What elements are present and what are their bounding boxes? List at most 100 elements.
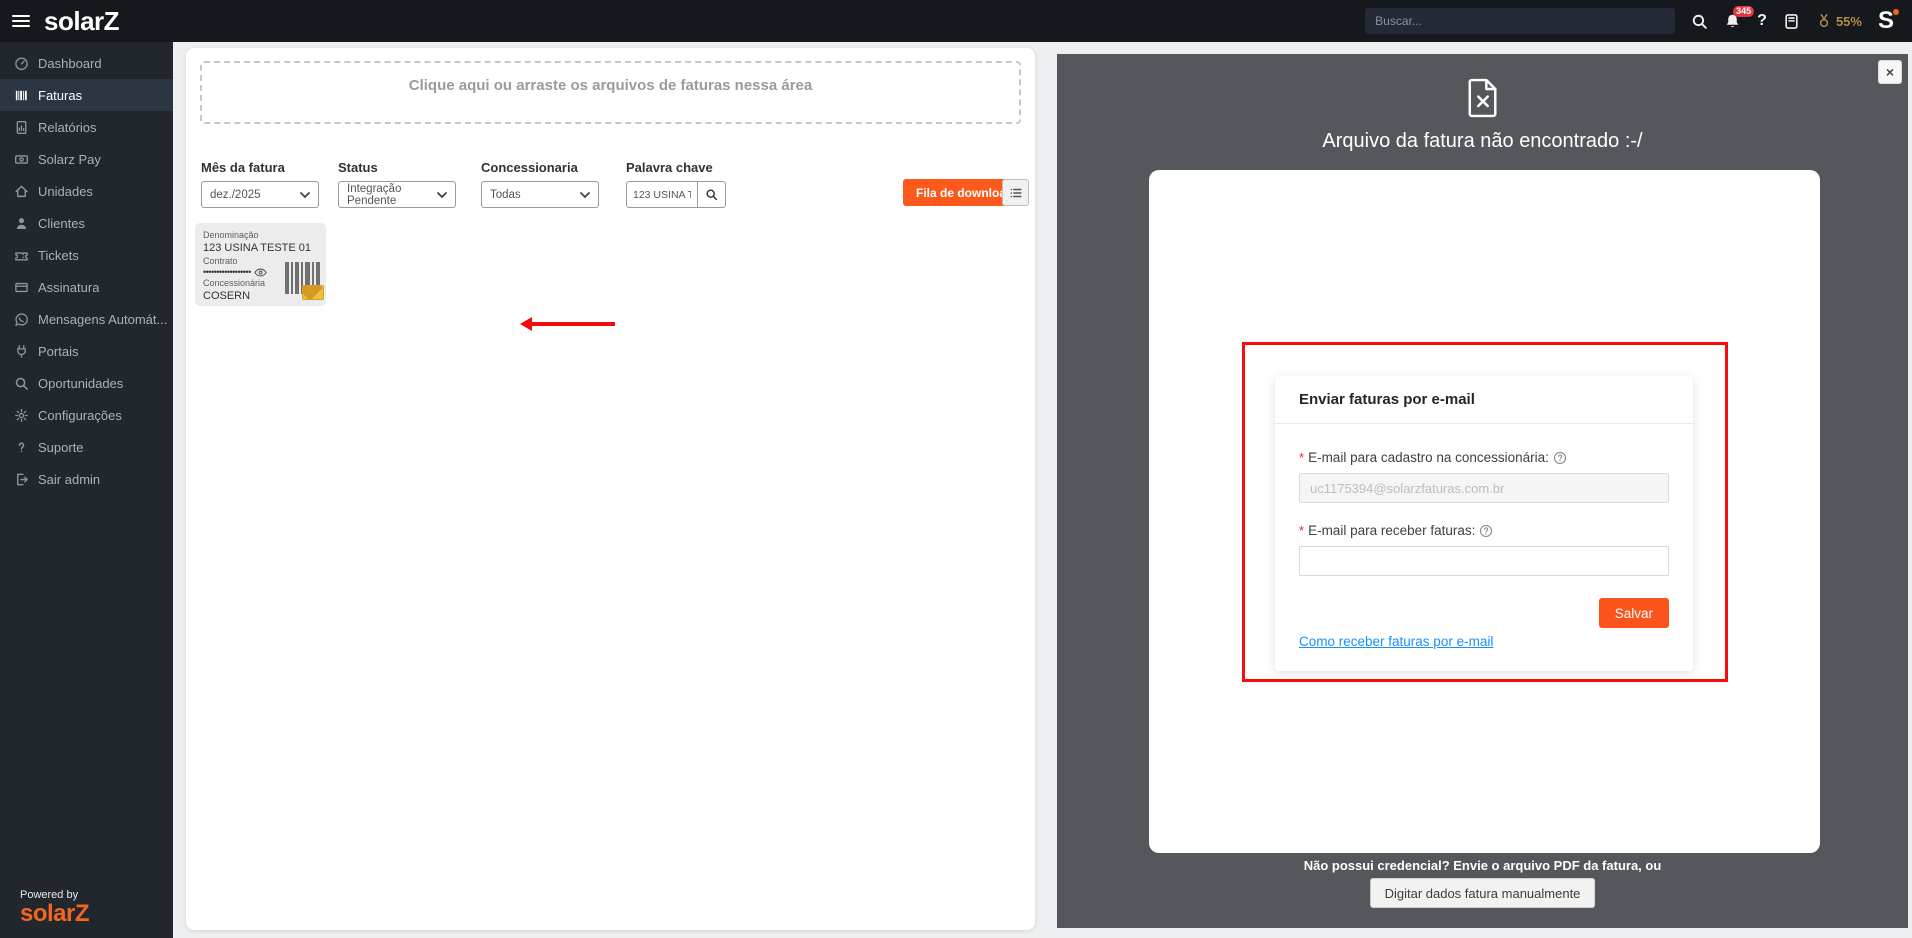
search-icon	[13, 376, 29, 391]
keyword-search-button[interactable]	[698, 181, 726, 208]
sidebar-item-sair[interactable]: Sair admin	[0, 463, 173, 495]
panel-title: Arquivo da fatura não encontrado :-/	[1057, 130, 1908, 153]
sidebar-item-label: Unidades	[38, 184, 93, 199]
sidebar-item-solarz-pay[interactable]: Solarz Pay	[0, 143, 173, 175]
chevron-down-icon	[437, 192, 447, 198]
how-to-receive-link[interactable]: Como receber faturas por e-mail	[1299, 634, 1493, 649]
concessionaire-select[interactable]: Todas	[481, 181, 599, 208]
medal-icon	[1816, 13, 1832, 29]
sidebar-item-oportunidades[interactable]: Oportunidades	[0, 367, 173, 399]
sidebar-item-suporte[interactable]: Suporte	[0, 431, 173, 463]
invoice-card[interactable]: Denominação 123 USINA TESTE 01 Contrato …	[195, 223, 326, 306]
dropzone-text: Clique aqui ou arraste os arquivos de fa…	[202, 77, 1019, 94]
sidebar-item-label: Mensagens Automát...	[38, 312, 167, 327]
eye-icon[interactable]	[254, 268, 267, 277]
whatsapp-icon	[13, 312, 29, 327]
sidebar-item-assinatura[interactable]: Assinatura	[0, 271, 173, 303]
plug-icon	[13, 344, 29, 359]
ticket-icon	[13, 248, 29, 263]
sidebar-item-label: Faturas	[38, 88, 82, 103]
sidebar-item-label: Clientes	[38, 216, 85, 231]
powered-by: Powered by solarZ	[20, 889, 89, 926]
no-credential-text: Não possui credencial? Envie o arquivo P…	[1057, 858, 1908, 873]
faturas-content: Clique aqui ou arraste os arquivos de fa…	[186, 48, 1035, 930]
status-select[interactable]: Integração Pendente	[338, 181, 456, 208]
sidebar-item-tickets[interactable]: Tickets	[0, 239, 173, 271]
filter-label-concessionaria: Concessionaria	[481, 160, 578, 175]
report-icon	[13, 120, 29, 135]
sidebar-item-relatorios[interactable]: Relatórios	[0, 111, 173, 143]
keyword-search-wrap	[626, 181, 726, 208]
sidebar-item-unidades[interactable]: Unidades	[0, 175, 173, 207]
sidebar-item-portais[interactable]: Portais	[0, 335, 173, 367]
sidebar-item-label: Relatórios	[38, 120, 97, 135]
email-envelope-icon	[302, 285, 324, 300]
help-circle-icon[interactable]	[1479, 524, 1493, 538]
help-icon[interactable]: ?	[1757, 12, 1767, 30]
changelog-icon[interactable]	[1783, 13, 1800, 30]
home-icon	[13, 184, 29, 199]
barcode-icon	[13, 88, 29, 103]
sidebar-item-label: Portais	[38, 344, 78, 359]
sidebar-item-label: Sair admin	[38, 472, 100, 487]
sidebar-item-configuracoes[interactable]: Configurações	[0, 399, 173, 431]
sidebar-item-label: Assinatura	[38, 280, 99, 295]
user-avatar[interactable]: S	[1878, 9, 1894, 33]
powered-by-text: Powered by	[20, 889, 89, 901]
month-select-wrap: dez./2025	[201, 181, 319, 208]
signout-icon	[13, 472, 29, 487]
search-icon	[705, 188, 718, 201]
denomination-label: Denominação	[203, 230, 318, 241]
close-button[interactable]: ×	[1878, 60, 1902, 84]
user-icon	[13, 216, 29, 231]
status-select-value: Integração Pendente	[347, 183, 433, 207]
concessionaire-select-value: Todas	[490, 189, 521, 201]
sidebar-item-dashboard[interactable]: Dashboard	[0, 47, 173, 79]
sidebar-item-clientes[interactable]: Clientes	[0, 207, 173, 239]
keyword-input[interactable]	[626, 181, 698, 208]
list-view-button[interactable]	[1002, 179, 1029, 206]
annotation-arrow	[531, 322, 615, 326]
question-icon	[13, 440, 29, 455]
month-select-value: dez./2025	[210, 189, 261, 201]
app-logo[interactable]: solarZ	[44, 6, 119, 37]
registration-email-label: * E-mail para cadastro na concessionária…	[1299, 450, 1669, 465]
month-select[interactable]: dez./2025	[201, 181, 319, 208]
sidebar-item-mensagens[interactable]: Mensagens Automát...	[0, 303, 173, 335]
score-label: 55%	[1836, 14, 1862, 29]
sidebar-item-label: Configurações	[38, 408, 122, 423]
gear-icon	[13, 408, 29, 423]
notification-badge: 345	[1733, 6, 1754, 17]
help-circle-icon[interactable]	[1553, 451, 1567, 465]
save-button[interactable]: Salvar	[1599, 598, 1669, 628]
manual-entry-button[interactable]: Digitar dados fatura manualmente	[1370, 878, 1596, 908]
app-root: solarZ 345 ? 55% S Dashb	[0, 0, 1912, 938]
filter-label-mes: Mês da fatura	[201, 160, 285, 175]
sidebar-item-label: Tickets	[38, 248, 79, 263]
gamification-score[interactable]: 55%	[1816, 13, 1862, 29]
menu-icon[interactable]	[12, 15, 30, 28]
sidebar: Dashboard Faturas Relatórios Solarz Pay …	[0, 42, 173, 938]
invoice-detail-panel: × Arquivo da fatura não encontrado :-/ E…	[1057, 54, 1908, 928]
sidebar-item-faturas[interactable]: Faturas	[0, 79, 173, 111]
search-icon[interactable]	[1691, 13, 1708, 30]
bell-icon[interactable]: 345	[1724, 13, 1741, 30]
email-form-card: Enviar faturas por e-mail * E-mail para …	[1275, 376, 1693, 671]
sidebar-item-label: Suporte	[38, 440, 84, 455]
email-form-title: Enviar faturas por e-mail	[1275, 376, 1693, 424]
status-select-wrap: Integração Pendente	[338, 181, 456, 208]
navbar-right: 345 ? 55% S	[1365, 8, 1912, 34]
filter-label-palavra-chave: Palavra chave	[626, 160, 713, 175]
required-mark: *	[1299, 523, 1304, 538]
chevron-down-icon	[580, 192, 590, 198]
required-mark: *	[1299, 450, 1304, 465]
top-navbar: solarZ 345 ? 55% S	[0, 0, 1912, 42]
file-dropzone[interactable]: Clique aqui ou arraste os arquivos de fa…	[200, 61, 1021, 124]
chevron-down-icon	[300, 192, 310, 198]
sidebar-item-label: Dashboard	[38, 56, 102, 71]
global-search-input[interactable]	[1365, 8, 1675, 34]
filter-label-status: Status	[338, 160, 378, 175]
receive-email-input[interactable]	[1299, 546, 1669, 576]
card-icon	[13, 280, 29, 295]
dashboard-icon	[13, 56, 29, 71]
